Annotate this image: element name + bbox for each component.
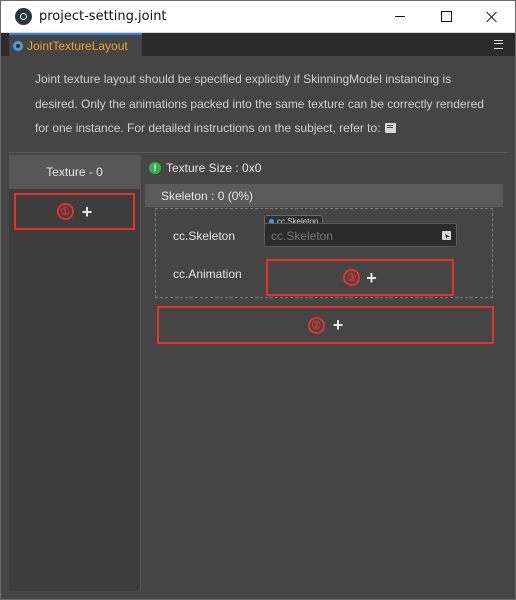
texture-size-row: ! Texture Size : 0x0 [149, 161, 261, 175]
texture-tab[interactable]: Texture - 0 [9, 155, 140, 189]
close-icon [486, 11, 498, 23]
texture-list-pane: Texture - 0 ① + [9, 155, 141, 591]
marker-2: ② [307, 316, 325, 334]
plus-icon: + [366, 267, 377, 288]
window-title: project-setting.joint [39, 9, 167, 24]
description-text: Joint texture layout should be specified… [35, 72, 484, 135]
plus-icon: + [81, 201, 93, 222]
minimize-button[interactable] [377, 1, 423, 32]
description: Joint texture layout should be specified… [35, 67, 485, 141]
tab-bar: JointTextureLayout [1, 33, 515, 56]
add-texture-button[interactable]: ① + [14, 193, 135, 230]
maximize-button[interactable] [423, 1, 469, 32]
marker-3: ③ [343, 269, 361, 286]
status-ok-icon: ! [149, 162, 161, 174]
asset-picker-icon[interactable] [442, 231, 451, 240]
skeleton-header[interactable]: Skeleton : 0 (0%) [145, 184, 503, 207]
texture-size-label: Texture Size : 0x0 [166, 161, 262, 175]
animation-label: cc.Animation [173, 267, 242, 281]
gear-icon [13, 40, 23, 51]
title-bar: project-setting.joint [1, 1, 515, 33]
marker-1: ① [56, 203, 74, 220]
skeleton-header-label: Skeleton : 0 (0%) [161, 188, 254, 203]
skeleton-asset-field[interactable]: cc.Skeleton [264, 223, 457, 247]
divider [9, 152, 507, 153]
tab-joint-texture-layout[interactable]: JointTextureLayout [9, 33, 142, 56]
window: project-setting.joint JointTextureLayout… [0, 0, 516, 600]
menu-icon[interactable] [494, 40, 503, 49]
maximize-icon [440, 11, 452, 22]
add-skeleton-button[interactable]: ② + [157, 306, 494, 344]
book-icon[interactable] [384, 123, 396, 133]
asset-placeholder: cc.Skeleton [271, 229, 334, 243]
tab-label: JointTextureLayout [27, 38, 128, 53]
minimize-icon [395, 16, 405, 17]
close-button[interactable] [469, 1, 515, 32]
add-animation-button[interactable]: ③ + [266, 259, 454, 296]
app-logo-icon [15, 8, 32, 25]
skeleton-label: cc.Skeleton [173, 229, 236, 243]
plus-icon: + [332, 315, 344, 335]
